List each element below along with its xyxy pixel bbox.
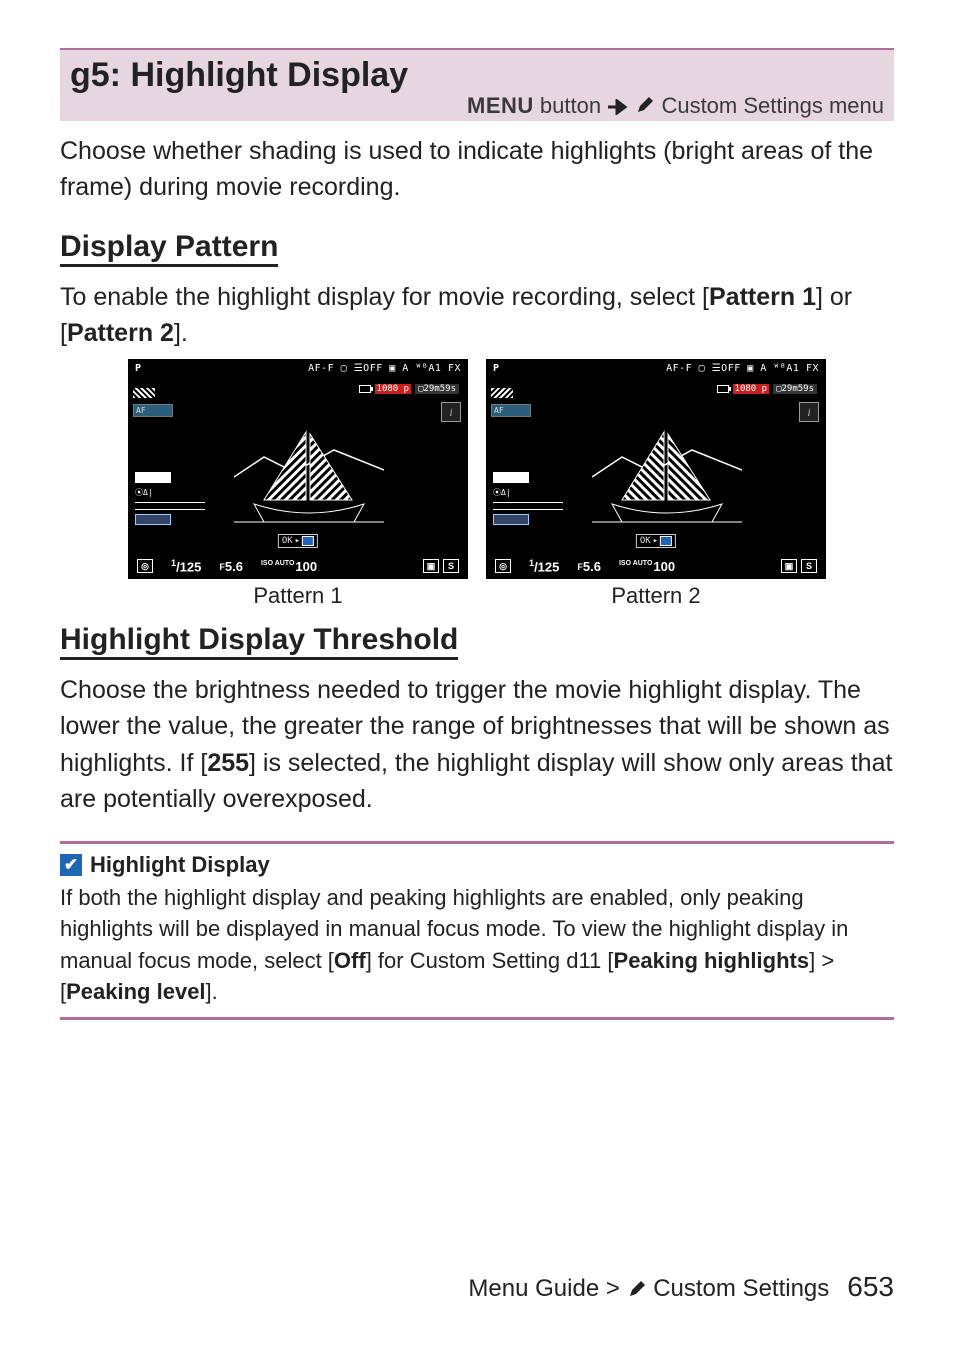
display-pattern-text: To enable the highlight display for movi…	[60, 279, 894, 352]
card-icon: S	[443, 559, 459, 573]
lcd-screenshot-2: PAF-F ▢ ☰OFF ▣ A ᵂᴮA1 FX 1080 p▢29m59s A…	[486, 359, 826, 579]
camera-icon: ▣	[423, 559, 439, 573]
intro-text: Choose whether shading is used to indica…	[60, 133, 894, 206]
histogram-icon	[135, 514, 171, 525]
pencil-icon	[627, 1279, 647, 1299]
breadcrumb: Menu Guide > Custom Settings	[468, 1275, 829, 1303]
zebra-icon	[133, 388, 155, 398]
page-footer: Menu Guide > Custom Settings 653	[60, 1271, 894, 1303]
section-threshold: Highlight Display Threshold	[60, 623, 458, 660]
page-number: 653	[847, 1271, 894, 1303]
menu-word: MENU	[467, 93, 534, 118]
title-box: g5: Highlight Display MENU button Custom…	[60, 48, 894, 121]
metering-icon: ◎	[495, 559, 511, 573]
zebra-icon	[491, 388, 513, 398]
info-icon	[441, 402, 461, 422]
arrow-right-icon	[607, 99, 629, 115]
camera-icon: ▣	[781, 559, 797, 573]
figure-pattern-1: PAF-F ▢ ☰OFF ▣ A ᵂᴮA1 FX 1080 p▢29m59s A…	[128, 359, 468, 609]
metering-icon: ◎	[137, 559, 153, 573]
af-box: AF	[133, 404, 173, 417]
menu-end: Custom Settings menu	[655, 93, 884, 118]
menu-path: MENU button Custom Settings menu	[70, 93, 884, 119]
ok-button-icon: OK▸	[278, 534, 318, 548]
page-title: g5: Highlight Display	[70, 56, 884, 95]
figure-pattern-2: PAF-F ▢ ☰OFF ▣ A ᵂᴮA1 FX 1080 p▢29m59s A…	[486, 359, 826, 609]
caption-pattern-1: Pattern 1	[253, 583, 342, 609]
sailboat-icon	[234, 422, 384, 542]
ok-button-icon: OK▸	[636, 534, 676, 548]
check-icon: ✔	[60, 854, 82, 876]
lcd-screenshot-1: PAF-F ▢ ☰OFF ▣ A ᵂᴮA1 FX 1080 p▢29m59s A…	[128, 359, 468, 579]
waveform-icon	[135, 472, 171, 483]
threshold-text: Choose the brightness needed to trigger …	[60, 672, 894, 817]
waveform-icon	[493, 472, 529, 483]
pencil-icon	[635, 95, 655, 115]
caption-pattern-2: Pattern 2	[611, 583, 700, 609]
section-display-pattern: Display Pattern	[60, 230, 278, 267]
info-icon	[799, 402, 819, 422]
histogram-icon	[493, 514, 529, 525]
tip-body: If both the highlight display and peakin…	[60, 882, 894, 1007]
af-box: AF	[491, 404, 531, 417]
tip-heading: ✔ Highlight Display	[60, 852, 894, 878]
sailboat-icon	[592, 422, 742, 542]
tip-box: ✔ Highlight Display If both the highligh…	[60, 841, 894, 1020]
figure-row: PAF-F ▢ ☰OFF ▣ A ᵂᴮA1 FX 1080 p▢29m59s A…	[60, 359, 894, 609]
card-icon: S	[801, 559, 817, 573]
menu-word-rest: button	[534, 93, 607, 118]
